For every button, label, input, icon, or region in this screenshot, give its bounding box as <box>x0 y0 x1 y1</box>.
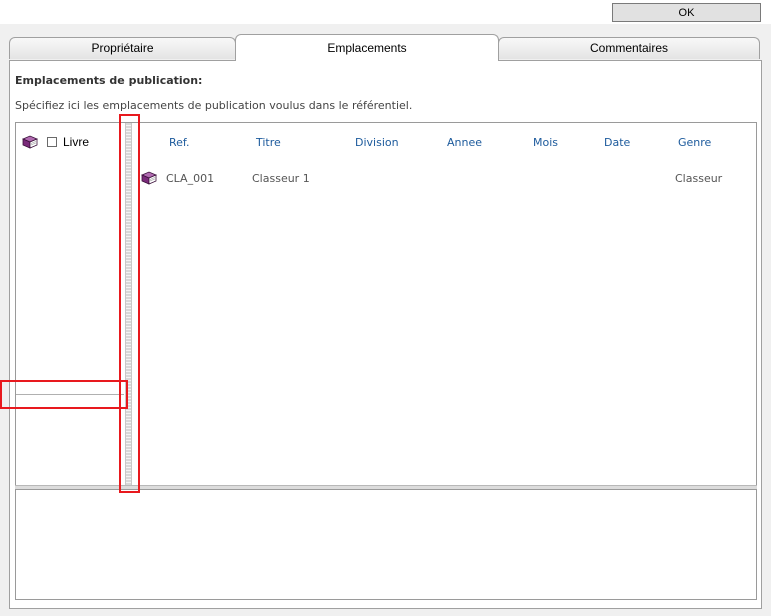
tab-panel-emplacements: Emplacements de publication: Spécifiez i… <box>9 60 762 609</box>
ok-button[interactable]: OK <box>612 3 761 22</box>
section-description: Spécifiez ici les emplacements de public… <box>15 99 413 112</box>
column-header-division[interactable]: Division <box>355 136 399 149</box>
cell-genre: Classeur <box>675 172 723 185</box>
book-icon <box>140 171 158 188</box>
tree-item-livre[interactable]: Livre <box>21 134 90 150</box>
cell-titre: Classeur 1 <box>252 172 310 185</box>
tab-proprietaire[interactable]: Propriétaire <box>9 37 236 59</box>
section-heading: Emplacements de publication: <box>15 74 203 87</box>
tree-item-label: Livre <box>63 135 90 149</box>
cell-ref: CLA_001 <box>166 172 215 185</box>
column-header-genre[interactable]: Genre <box>678 136 711 149</box>
vertical-splitter[interactable] <box>125 123 132 486</box>
column-header-ref[interactable]: Ref. <box>169 136 190 149</box>
column-header-titre[interactable]: Titre <box>256 136 281 149</box>
livre-checkbox[interactable] <box>47 137 57 147</box>
list-pane: Ref. Titre Division Annee Mois Date Genr… <box>133 123 756 486</box>
column-header-mois[interactable]: Mois <box>533 136 558 149</box>
tab-commentaires[interactable]: Commentaires <box>498 37 760 59</box>
tree-pane-divider <box>16 394 124 395</box>
tree-pane: Livre <box>16 123 124 486</box>
column-header-date[interactable]: Date <box>604 136 630 149</box>
tab-emplacements[interactable]: Emplacements <box>235 34 499 61</box>
details-pane <box>15 489 757 600</box>
book-icon <box>21 135 39 149</box>
publication-locations-grid: Livre Ref. Titre Division Annee Mois Dat… <box>15 122 757 487</box>
column-header-annee[interactable]: Annee <box>447 136 482 149</box>
top-toolbar: OK <box>0 0 771 24</box>
